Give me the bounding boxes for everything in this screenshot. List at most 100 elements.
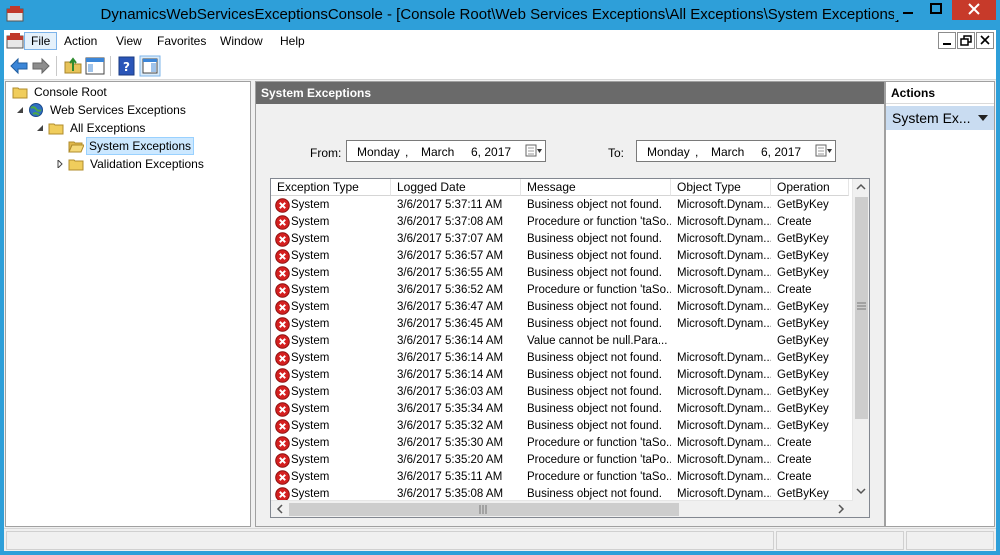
maximize-button[interactable] <box>922 0 950 20</box>
calendar-dropdown-icon[interactable] <box>815 144 833 158</box>
minimize-icon <box>943 43 951 45</box>
from-day-year[interactable]: 6, 2017 <box>471 145 511 159</box>
cell-logged-date: 3/6/2017 5:35:34 AM <box>397 403 504 415</box>
child-close-button[interactable] <box>976 32 994 49</box>
table-row[interactable]: System 3/6/2017 5:36:47 AM Business object… <box>271 299 849 316</box>
cell-message: Procedure or function 'taSo... <box>527 216 671 228</box>
cell-object-type: Microsoft.Dynam... <box>677 267 771 279</box>
grip-icon <box>479 505 487 514</box>
table-row[interactable]: System 3/6/2017 5:36:14 AM Business object… <box>271 350 849 367</box>
table-row[interactable]: System 3/6/2017 5:35:34 AM Business object… <box>271 401 849 418</box>
console-menu-icon[interactable] <box>6 32 24 50</box>
from-label: From: <box>310 146 342 160</box>
table-row[interactable]: System 3/6/2017 5:35:20 AM Procedure or fu… <box>271 452 849 469</box>
cell-object-type: Microsoft.Dynam... <box>677 301 771 313</box>
from-date-picker[interactable]: Monday , March 6, 2017 <box>346 140 546 162</box>
to-date-picker[interactable]: Monday , March 6, 2017 <box>636 140 836 162</box>
to-weekday[interactable]: Monday <box>647 145 690 159</box>
table-row[interactable]: System 3/6/2017 5:36:55 AM Business object… <box>271 265 849 282</box>
column-header-object-type[interactable]: Object Type <box>671 179 771 196</box>
show-hide-tree-icon[interactable] <box>84 55 106 77</box>
cell-operation: GetByKey <box>777 386 829 398</box>
column-header-operation[interactable]: Operation <box>771 179 849 196</box>
folder-icon <box>12 87 28 99</box>
cell-object-type: Microsoft.Dynam... <box>677 318 771 330</box>
menu-file[interactable]: File <box>24 32 58 50</box>
grid-body: System 3/6/2017 5:37:11 AM Business object… <box>271 197 849 517</box>
table-row[interactable]: System 3/6/2017 5:36:14 AM Value cannot be… <box>271 333 849 350</box>
collapse-arrow-icon[interactable] <box>36 124 44 132</box>
horizontal-scrollbar[interactable] <box>271 500 853 517</box>
cell-message: Business object not found. <box>527 301 662 313</box>
child-minimize-button[interactable] <box>938 32 956 49</box>
show-action-pane-icon[interactable] <box>139 55 161 77</box>
table-row[interactable]: System 3/6/2017 5:36:14 AM Business object… <box>271 367 849 384</box>
cell-logged-date: 3/6/2017 5:36:14 AM <box>397 335 504 347</box>
from-month[interactable]: March <box>421 145 454 159</box>
up-folder-icon[interactable] <box>62 55 84 77</box>
tree-node-label: Web Services Exceptions <box>50 103 186 117</box>
calendar-dropdown-icon[interactable] <box>525 144 543 158</box>
table-row[interactable]: System 3/6/2017 5:37:11 AM Business object… <box>271 197 849 214</box>
cell-exception-type: System <box>291 352 330 364</box>
scroll-up-icon[interactable] <box>856 182 866 192</box>
menu-window[interactable]: Window <box>214 32 269 50</box>
table-row[interactable]: System 3/6/2017 5:37:08 AM Procedure or fu… <box>271 214 849 231</box>
column-header-exception-type[interactable]: Exception Type <box>271 179 391 196</box>
scroll-right-icon[interactable] <box>836 504 846 514</box>
exceptions-grid[interactable]: Exception Type Logged Date Message Objec… <box>270 178 870 518</box>
tree-node-label: System Exceptions <box>86 137 195 155</box>
pane-title: System Exceptions <box>256 82 884 104</box>
menu-favorites[interactable]: Favorites <box>151 32 212 50</box>
grip-icon <box>857 302 866 310</box>
cell-object-type: Microsoft.Dynam... <box>677 352 771 364</box>
minimize-button[interactable] <box>894 0 922 20</box>
menu-view[interactable]: View <box>110 32 148 50</box>
cell-object-type: Microsoft.Dynam... <box>677 284 771 296</box>
cell-logged-date: 3/6/2017 5:36:57 AM <box>397 250 504 262</box>
actions-pane: Actions System Ex... <box>885 81 995 527</box>
child-restore-button[interactable] <box>957 32 975 49</box>
forward-arrow-icon[interactable] <box>30 55 52 77</box>
to-month[interactable]: March <box>711 145 744 159</box>
table-row[interactable]: System 3/6/2017 5:35:11 AM Procedure or fu… <box>271 469 849 486</box>
column-header-logged-date[interactable]: Logged Date <box>391 179 521 196</box>
table-row[interactable]: System 3/6/2017 5:36:52 AM Procedure or fu… <box>271 282 849 299</box>
cell-object-type: Microsoft.Dynam... <box>677 250 771 262</box>
menu-help[interactable]: Help <box>274 32 311 50</box>
vertical-scrollbar[interactable] <box>852 179 869 517</box>
table-row[interactable]: System 3/6/2017 5:35:32 AM Business object… <box>271 418 849 435</box>
help-icon[interactable]: ? <box>116 55 138 77</box>
table-row[interactable]: System 3/6/2017 5:36:45 AM Business object… <box>271 316 849 333</box>
from-weekday[interactable]: Monday <box>357 145 400 159</box>
title-bar[interactable]: DynamicsWebServicesExceptionsConsole - [… <box>0 0 1000 30</box>
table-row[interactable]: System 3/6/2017 5:36:03 AM Business object… <box>271 384 849 401</box>
dropdown-arrow-icon[interactable] <box>978 115 988 121</box>
status-panel-secondary <box>776 531 904 550</box>
expand-arrow-icon[interactable] <box>56 160 64 168</box>
tree-node-label: Validation Exceptions <box>90 157 204 171</box>
actions-section-system-exceptions[interactable]: System Ex... <box>886 106 994 130</box>
cell-operation: GetByKey <box>777 233 829 245</box>
collapse-arrow-icon[interactable] <box>16 106 24 114</box>
cell-logged-date: 3/6/2017 5:37:11 AM <box>397 199 503 211</box>
horizontal-scroll-thumb[interactable] <box>289 503 679 516</box>
toolbar-separator <box>56 56 57 76</box>
cell-object-type: Microsoft.Dynam... <box>677 420 771 432</box>
menu-action[interactable]: Action <box>58 32 103 50</box>
cell-exception-type: System <box>291 403 330 415</box>
cell-message: Business object not found. <box>527 420 662 432</box>
table-row[interactable]: System 3/6/2017 5:37:07 AM Business object… <box>271 231 849 248</box>
column-header-message[interactable]: Message <box>521 179 671 196</box>
vertical-scroll-thumb[interactable] <box>855 197 868 419</box>
cell-message: Procedure or function 'taSo... <box>527 437 671 449</box>
scroll-down-icon[interactable] <box>856 486 866 496</box>
back-arrow-icon[interactable] <box>8 55 30 77</box>
scroll-left-icon[interactable] <box>275 504 285 514</box>
to-day-year[interactable]: 6, 2017 <box>761 145 801 159</box>
cell-operation: Create <box>777 216 812 228</box>
table-row[interactable]: System 3/6/2017 5:35:30 AM Procedure or fu… <box>271 435 849 452</box>
table-row[interactable]: System 3/6/2017 5:36:57 AM Business object… <box>271 248 849 265</box>
close-button[interactable] <box>952 0 996 20</box>
cell-operation: GetByKey <box>777 335 829 347</box>
